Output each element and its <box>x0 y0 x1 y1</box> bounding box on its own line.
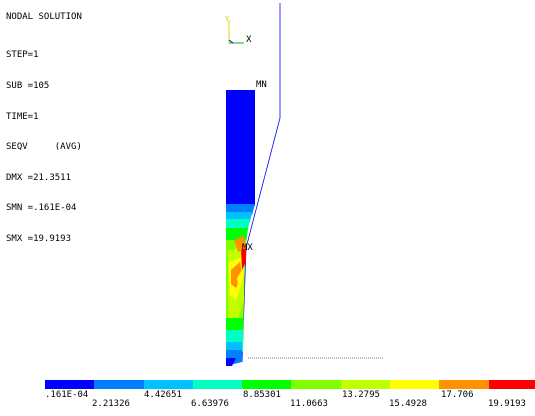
legend-label-top: 13.2795 <box>342 390 380 400</box>
legend-label-bottom: 19.9193 <box>488 399 526 409</box>
stress-contour-model <box>226 90 255 366</box>
legend-band <box>291 380 341 389</box>
legend-band <box>192 380 243 389</box>
legend-band <box>45 380 95 389</box>
legend-band <box>94 380 144 389</box>
legend-label-top: 4.42651 <box>144 390 182 400</box>
triad-x-label: X <box>246 35 252 45</box>
legend-label-bottom: 2.21326 <box>92 399 130 409</box>
legend-label-bottom: 15.4928 <box>389 399 427 409</box>
legend-label-top: 8.85301 <box>243 390 281 400</box>
legend-band <box>340 380 391 389</box>
legend-label-bottom: 11.0663 <box>290 399 328 409</box>
legend-label-top: .161E-04 <box>45 390 89 400</box>
legend-label-top: 17.706 <box>441 390 474 400</box>
max-marker-label: MX <box>242 243 253 253</box>
legend-band <box>242 380 292 389</box>
legend-band <box>488 380 535 389</box>
legend-band <box>390 380 440 389</box>
legend-band <box>439 380 489 389</box>
legend-band <box>143 380 193 389</box>
triad-y-label: Y <box>225 15 230 23</box>
coordinate-triad-icon <box>228 20 244 44</box>
color-legend-bar <box>45 380 535 389</box>
min-marker-label: MN <box>256 80 267 90</box>
legend-label-bottom: 6.63976 <box>191 399 229 409</box>
contour-plot[interactable] <box>0 0 535 416</box>
